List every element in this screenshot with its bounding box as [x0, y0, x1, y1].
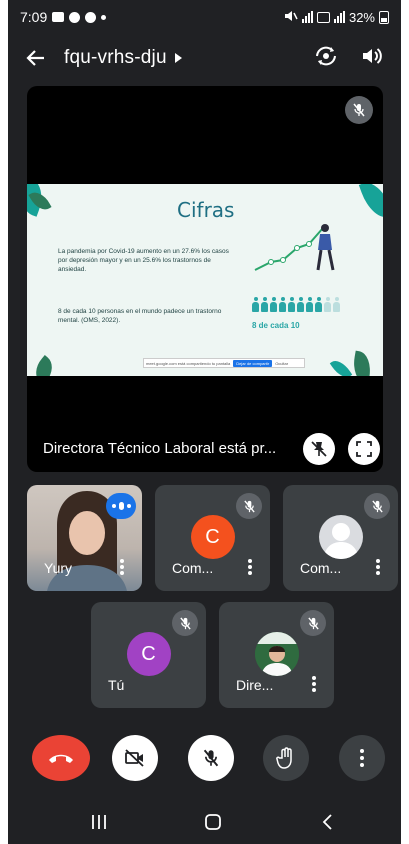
profile-photo	[254, 632, 299, 676]
people-infographic	[252, 297, 340, 313]
messenger-icon	[85, 11, 97, 23]
speaking-indicator-icon	[106, 493, 136, 519]
leaf-decoration	[29, 355, 59, 376]
participant-tile-self[interactable]: C Tú	[91, 602, 206, 708]
more-options-button[interactable]	[120, 559, 124, 575]
clock: 7:09	[20, 9, 48, 25]
call-controls	[8, 735, 401, 781]
hand-icon	[276, 747, 292, 769]
back-nav-button[interactable]	[321, 813, 333, 831]
fullscreen-button[interactable]	[348, 433, 380, 465]
screen-share-bar: meet.google.com está compartiendo tu pan…	[143, 358, 305, 368]
caret-right-icon	[174, 53, 182, 63]
raise-hand-button[interactable]	[263, 735, 309, 781]
person-icon	[324, 297, 331, 313]
slide-title: Cifras	[177, 198, 235, 222]
person-icon	[306, 297, 313, 313]
unpin-button[interactable]	[303, 433, 335, 465]
avatar	[318, 515, 363, 559]
participant-name: Dire...	[236, 677, 274, 693]
speaker-button[interactable]	[361, 46, 383, 71]
gallery-icon	[52, 12, 65, 22]
mic-off-icon	[345, 96, 373, 124]
home-button[interactable]	[204, 813, 222, 831]
status-bar: 7:09 32%	[8, 0, 401, 34]
avatar: C	[126, 632, 171, 676]
hang-up-icon	[49, 754, 73, 763]
meeting-header: fqu-vrhs-dju	[8, 34, 401, 82]
notification-dot-icon	[101, 14, 107, 20]
participant-name: Tú	[108, 677, 125, 693]
hide-share-bar-button: Ocultar	[275, 360, 289, 366]
participant-name: Yury	[44, 560, 73, 576]
avatar: C	[190, 515, 235, 559]
participant-tile-com-2[interactable]: Com...	[283, 485, 398, 591]
mic-off-icon	[172, 610, 198, 636]
battery-percent: 32%	[348, 9, 375, 25]
android-nav-bar	[8, 800, 401, 844]
slide-text-depression: La pandemia por Covid-19 aumento en un 2…	[58, 248, 229, 273]
person-icon	[333, 297, 340, 313]
mic-off-icon	[364, 493, 390, 519]
mic-toggle-button[interactable]	[188, 735, 234, 781]
recent-apps-button[interactable]	[90, 814, 108, 830]
participant-name: Com...	[300, 560, 342, 576]
fullscreen-icon	[356, 441, 372, 457]
shared-slide: Cifras La pandemia por Covid-19 aumento …	[27, 184, 383, 376]
camera-toggle-button[interactable]	[112, 735, 158, 781]
mute-status-icon	[284, 10, 298, 25]
participant-tile-directora[interactable]: Dire...	[219, 602, 334, 708]
slide-text-oms: 8 de cada 10 personas en el mundo padece…	[58, 308, 222, 324]
person-icon	[279, 297, 286, 313]
leaf-decoration	[350, 350, 374, 376]
default-user-icon	[322, 523, 359, 559]
more-vert-icon	[360, 749, 364, 767]
share-bar-text: meet.google.com está compartiendo tu pan…	[146, 360, 231, 366]
leaf-decoration	[358, 184, 383, 223]
data-icon	[316, 11, 330, 23]
person-icon	[261, 297, 268, 313]
leaf-decoration	[329, 356, 353, 376]
signal-icon	[301, 11, 313, 23]
camera-off-icon	[125, 749, 144, 767]
presentation-tile[interactable]: Cifras La pandemia por Covid-19 aumento …	[27, 86, 383, 472]
meeting-code: fqu-vrhs-dju	[64, 47, 167, 68]
speaker-icon	[363, 47, 382, 64]
meeting-code-button[interactable]: fqu-vrhs-dju	[64, 47, 182, 69]
person-illustration	[316, 224, 335, 271]
more-options-button[interactable]	[312, 676, 316, 692]
battery-icon	[379, 10, 389, 24]
phone-screen: 7:09 32% fqu-vrhs-dju Cifras La pandemia…	[8, 0, 401, 844]
end-call-button[interactable]	[32, 735, 90, 781]
presenting-label: Directora Técnico Laboral está pr...	[43, 440, 277, 457]
back-button[interactable]	[8, 48, 64, 68]
signal-2-icon	[333, 11, 345, 23]
unpin-icon	[311, 441, 327, 457]
participant-name: Com...	[172, 560, 214, 576]
more-options-button[interactable]	[376, 559, 380, 575]
stop-sharing-button: Dejar de compartir	[233, 359, 273, 367]
person-icon	[315, 297, 322, 313]
slide-stat: 8 de cada 10	[252, 321, 300, 330]
mic-off-icon	[300, 610, 326, 636]
person-icon	[288, 297, 295, 313]
participant-tile-yury[interactable]: Yury	[27, 485, 142, 591]
avatar	[254, 632, 299, 676]
switch-camera-button[interactable]	[313, 45, 339, 72]
whatsapp-icon	[69, 11, 81, 23]
participant-tile-com-1[interactable]: C Com...	[155, 485, 270, 591]
person-icon	[252, 297, 259, 313]
more-options-button[interactable]	[248, 559, 252, 575]
mic-off-icon	[203, 749, 219, 767]
arrow-left-icon	[26, 50, 44, 66]
more-options-button[interactable]	[339, 735, 385, 781]
switch-camera-icon	[316, 46, 336, 65]
mic-off-icon	[236, 493, 262, 519]
person-icon	[270, 297, 277, 313]
person-icon	[297, 297, 304, 313]
